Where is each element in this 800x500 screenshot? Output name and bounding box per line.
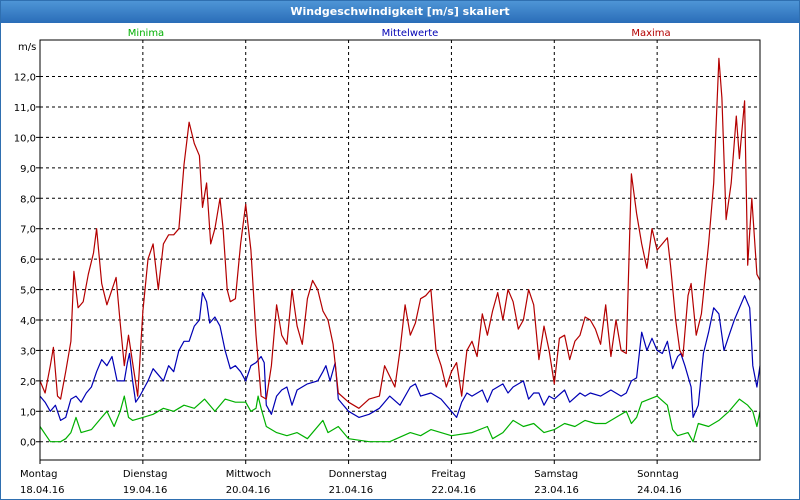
x-tick-day-label: Dienstag [123,469,168,480]
x-tick-day-label: Samstag [534,469,578,480]
x-tick-date-label: 21.04.16 [329,485,374,496]
legend-mittelwerte: Mittelwerte [382,28,439,39]
y-axis-unit-label: m/s [18,42,36,53]
minima-line [39,395,761,443]
wind-speed-chart: m/s Minima Mittelwerte Maxima 0,0 1,0 2,0 3… [14,28,761,496]
y-tick-label: 9,0 [20,164,36,175]
x-tick-date-label: 22.04.16 [431,485,476,496]
legend-maxima: Maxima [631,28,670,39]
y-tick-label: 0,0 [20,438,36,449]
x-tick-date-label: 19.04.16 [123,485,168,496]
mittelwerte-line [39,292,761,421]
y-tick-label: 11,0 [14,103,36,114]
grid-layer [40,40,760,460]
maxima-line [39,57,761,409]
x-tick-date-label: 23.04.16 [534,485,579,496]
x-tick-day-label: Mittwoch [226,469,271,480]
y-tick-label: 5,0 [20,286,36,297]
x-tick-day-label: Montag [20,469,57,480]
y-tick-label: 7,0 [20,225,36,236]
x-tick-day-label: Sonntag [637,469,679,480]
series-layer [39,57,761,443]
plot-border [39,39,761,461]
x-tick-date-label: 24.04.16 [637,485,682,496]
y-tick-label: 1,0 [20,407,36,418]
y-tick-label: 2,0 [20,377,36,388]
y-tick-label: 4,0 [20,316,36,327]
y-tick-label: 10,0 [14,133,36,144]
y-tick-label: 12,0 [14,73,36,84]
legend-minima: Minima [128,28,164,39]
y-tick-label: 6,0 [20,255,36,266]
x-tick-day-label: Donnerstag [329,469,387,480]
x-tick-date-label: 18.04.16 [20,485,65,496]
x-tick-day-label: Freitag [431,469,465,480]
y-tick-label: 3,0 [20,346,36,357]
axis-layer: 0,0 1,0 2,0 3,0 4,0 5,0 6,0 7,0 8,0 9,0 10,0 11,0 12… [14,39,761,496]
y-tick-label: 8,0 [20,194,36,205]
x-tick-date-label: 20.04.16 [226,485,271,496]
